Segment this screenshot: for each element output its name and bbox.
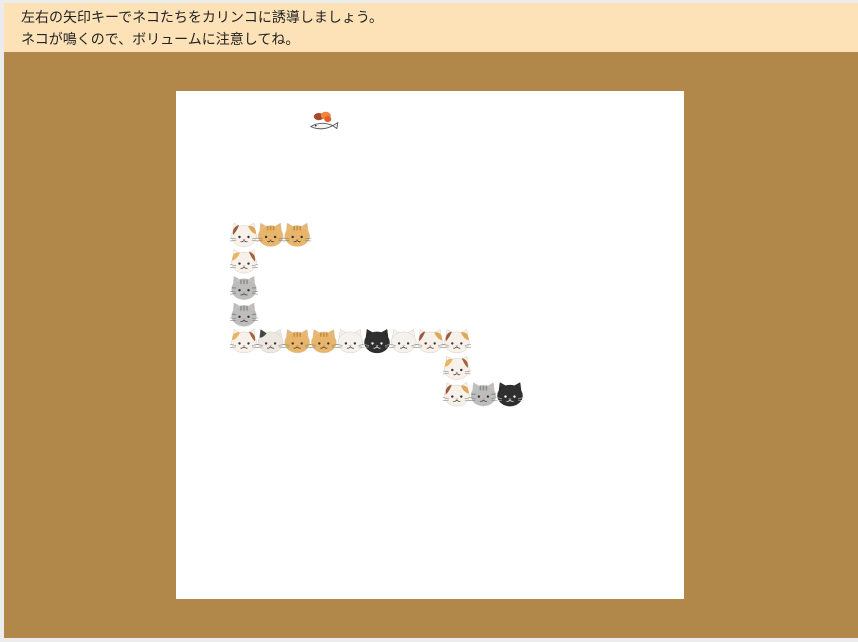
cat-icon <box>362 328 392 354</box>
cat-icon <box>442 355 471 380</box>
instruction-line-2: ネコが鳴くので、ボリュームに注意してね。 <box>21 32 300 48</box>
instruction-line-1: 左右の矢印キーでネコたちをカリンコに誘導しましょう。 <box>21 10 384 26</box>
cat-icon <box>229 222 259 247</box>
cat-icon <box>309 328 338 354</box>
karinko-fish-treat-icon <box>309 111 339 130</box>
cat-icon <box>229 275 259 300</box>
cat-icon <box>469 382 498 407</box>
cat-icon <box>229 328 259 354</box>
instruction-banner: 左右の矢印キーでネコたちをカリンコに誘導しましょう。 ネコが鳴くので、ボリューム… <box>4 3 858 52</box>
cat-icon <box>416 328 445 354</box>
cat-icon <box>283 222 312 247</box>
cat-icon <box>495 382 525 407</box>
cat-icon <box>256 328 285 354</box>
cat-icon <box>229 249 259 274</box>
cat-icon <box>442 328 471 354</box>
game-board-canvas[interactable] <box>176 91 684 599</box>
cat-icon <box>336 328 365 354</box>
cat-icon <box>389 328 418 354</box>
cat-icon <box>283 328 312 354</box>
game-board[interactable] <box>176 91 684 599</box>
cat-icon <box>229 302 259 327</box>
cat-icon <box>442 382 471 407</box>
cat-icon <box>256 222 285 247</box>
